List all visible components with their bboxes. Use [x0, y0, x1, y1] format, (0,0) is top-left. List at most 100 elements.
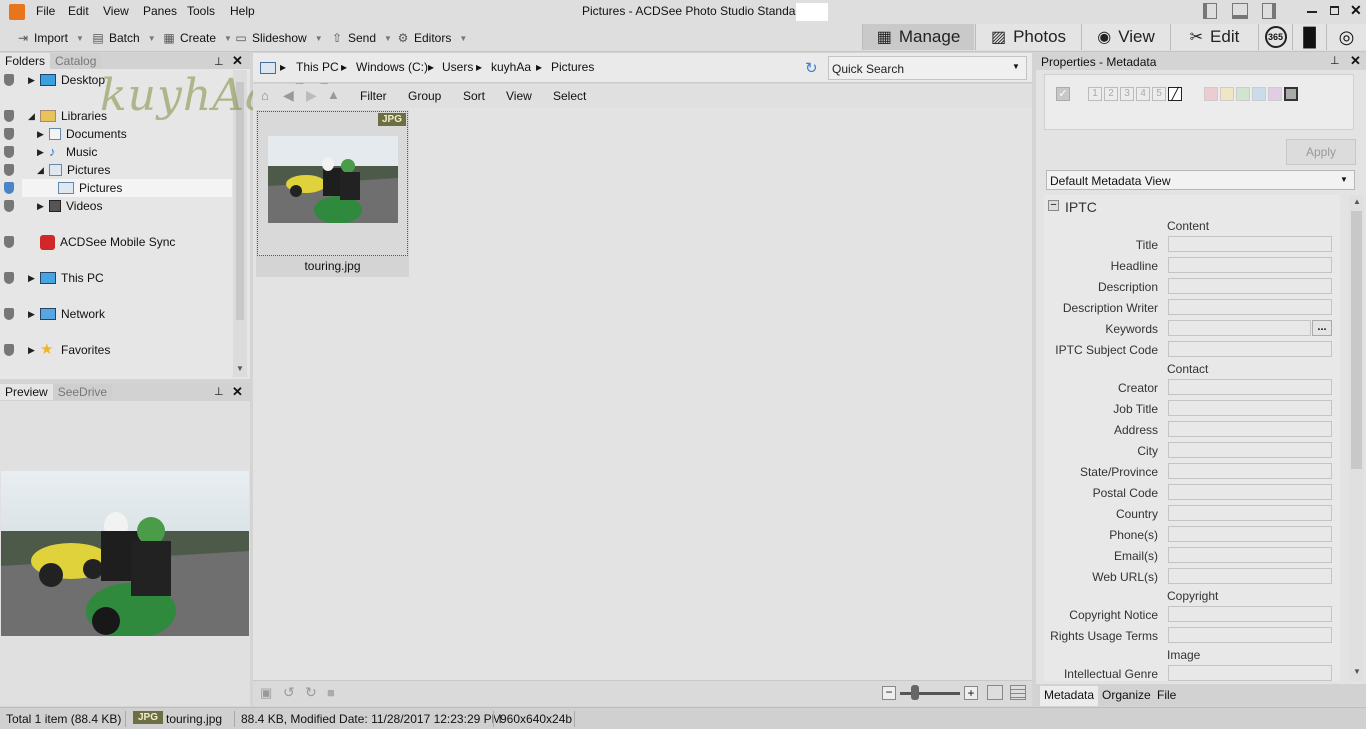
field-web-input[interactable]: [1168, 568, 1332, 584]
field-state-input[interactable]: [1168, 463, 1332, 479]
tree-item-libraries[interactable]: ◢ Libraries: [28, 107, 107, 125]
field-city-input[interactable]: [1168, 442, 1332, 458]
crumb-arrow-icon[interactable]: ▸: [428, 60, 434, 74]
tree-item-mobile-sync[interactable]: ACDSee Mobile Sync: [40, 233, 175, 251]
keywords-browse-button[interactable]: ...: [1312, 320, 1332, 336]
layout-left-icon[interactable]: [1203, 3, 1217, 19]
tab-seedrive[interactable]: SeeDrive: [52, 384, 113, 400]
pin-marker[interactable]: [4, 308, 14, 320]
slideshow-button[interactable]: ▭ Slideshow ▼: [234, 28, 322, 48]
home-icon[interactable]: ⌂: [261, 88, 269, 103]
mode-view-button[interactable]: ◉ View: [1081, 24, 1170, 50]
close-panel-icon[interactable]: ✕: [1350, 53, 1361, 69]
clear-rating-icon[interactable]: ╱: [1168, 87, 1182, 101]
image-stack-icon[interactable]: ▣: [260, 685, 272, 701]
menu-view[interactable]: View: [103, 4, 129, 18]
editors-button[interactable]: ⚙ Editors ▼: [396, 28, 468, 48]
pin-marker[interactable]: [4, 236, 14, 248]
details-view-icon[interactable]: [1010, 685, 1026, 700]
create-button[interactable]: ▦ Create ▼: [162, 28, 232, 48]
tree-item-videos[interactable]: ▶ Videos: [37, 197, 102, 215]
crumb-kuyhaa[interactable]: kuyhAa: [491, 60, 531, 74]
thumbnail-view-icon[interactable]: [987, 685, 1003, 700]
field-email-input[interactable]: [1168, 547, 1332, 563]
field-headline-input[interactable]: [1168, 257, 1332, 273]
refresh-icon[interactable]: ↻: [805, 59, 818, 77]
restore-icon[interactable]: [1330, 6, 1339, 15]
tab-catalog[interactable]: Catalog: [50, 53, 102, 69]
mode-365-button[interactable]: 365: [1258, 24, 1292, 50]
rotate-left-icon[interactable]: ↺: [283, 684, 295, 701]
label-none[interactable]: [1284, 87, 1298, 101]
zoom-out-icon[interactable]: −: [882, 686, 896, 700]
field-address-input[interactable]: [1168, 421, 1332, 437]
rating-4[interactable]: 4: [1136, 87, 1150, 101]
develop-button[interactable]: ◎: [1326, 24, 1366, 50]
field-title-input[interactable]: [1168, 236, 1332, 252]
view-button[interactable]: View: [506, 89, 532, 103]
crumb-arrow-icon[interactable]: ▸: [341, 60, 347, 74]
field-postal-input[interactable]: [1168, 484, 1332, 500]
thumbnail-item[interactable]: JPG touring.jpg: [256, 110, 409, 277]
field-description-input[interactable]: [1168, 278, 1332, 294]
tab-folders[interactable]: Folders: [0, 53, 51, 69]
metadata-view-select[interactable]: Default Metadata View ▼: [1046, 170, 1355, 190]
tree-item-favorites[interactable]: ▶ ★ Favorites: [28, 341, 110, 359]
quick-search-input[interactable]: Quick Search ▼: [828, 56, 1027, 80]
forward-icon[interactable]: ▶: [306, 87, 317, 104]
tree-item-music[interactable]: ▶ ♪ Music: [37, 143, 97, 161]
zoom-in-icon[interactable]: +: [964, 686, 978, 700]
layout-right-icon[interactable]: [1262, 3, 1276, 19]
field-keywords-input[interactable]: [1168, 320, 1311, 336]
dashboard-button[interactable]: ▐▌: [1292, 24, 1326, 50]
tree-item-pictures-library[interactable]: ◢ Pictures: [37, 161, 110, 179]
rotate-right-icon[interactable]: ↻: [305, 684, 317, 701]
field-country-input[interactable]: [1168, 505, 1332, 521]
tab-file[interactable]: File: [1153, 686, 1180, 706]
menu-tools[interactable]: Tools: [187, 4, 215, 18]
pin-marker[interactable]: [4, 146, 14, 158]
pin-marker[interactable]: [4, 74, 14, 86]
field-copyright-notice-input[interactable]: [1168, 606, 1332, 622]
rating-3[interactable]: 3: [1120, 87, 1134, 101]
pin-marker[interactable]: [4, 344, 14, 356]
tree-item-desktop[interactable]: ▶ Desktop: [28, 71, 105, 89]
mode-manage-button[interactable]: ▦ Manage: [862, 24, 974, 50]
zoom-slider-thumb[interactable]: [911, 685, 919, 700]
close-icon[interactable]: ✕: [1350, 2, 1362, 19]
up-icon[interactable]: ▲: [327, 87, 340, 102]
field-job-title-input[interactable]: [1168, 400, 1332, 416]
tree-item-pictures-folder[interactable]: Pictures: [58, 179, 122, 197]
label-green[interactable]: [1236, 87, 1250, 101]
field-rights-usage-input[interactable]: [1168, 627, 1332, 643]
crumb-arrow-icon[interactable]: ▸: [280, 60, 286, 74]
rating-5[interactable]: 5: [1152, 87, 1166, 101]
crumb-arrow-icon[interactable]: ▸: [476, 60, 482, 74]
group-button[interactable]: Group: [408, 89, 441, 103]
pin-marker[interactable]: [4, 110, 14, 122]
layout-bottom-icon[interactable]: [1232, 3, 1248, 19]
app-logo-icon[interactable]: [9, 4, 25, 20]
pin-marker[interactable]: [4, 200, 14, 212]
mode-edit-button[interactable]: ✂ Edit: [1170, 24, 1258, 50]
sort-button[interactable]: Sort: [463, 89, 485, 103]
mode-photos-button[interactable]: ▨ Photos: [975, 24, 1081, 50]
minimize-icon[interactable]: [1307, 11, 1317, 13]
pin-icon[interactable]: ⊥: [214, 55, 224, 68]
zoom-slider[interactable]: [900, 692, 960, 695]
pin-icon[interactable]: ⊥: [214, 385, 224, 398]
menu-panes[interactable]: Panes: [143, 4, 177, 18]
pin-marker[interactable]: [4, 128, 14, 140]
crumb-users[interactable]: Users: [442, 60, 473, 74]
pin-marker-active[interactable]: [4, 182, 14, 194]
crumb-windows-c[interactable]: Windows (C:): [356, 60, 428, 74]
slideshow-icon[interactable]: ■: [327, 685, 335, 700]
pin-marker[interactable]: [4, 164, 14, 176]
send-button[interactable]: ⇧ Send ▼: [330, 28, 392, 48]
back-icon[interactable]: ◀: [283, 87, 294, 104]
field-description-writer-input[interactable]: [1168, 299, 1332, 315]
menu-help[interactable]: Help: [230, 4, 255, 18]
tab-metadata[interactable]: Metadata: [1040, 686, 1099, 706]
pin-marker[interactable]: [4, 272, 14, 284]
field-creator-input[interactable]: [1168, 379, 1332, 395]
